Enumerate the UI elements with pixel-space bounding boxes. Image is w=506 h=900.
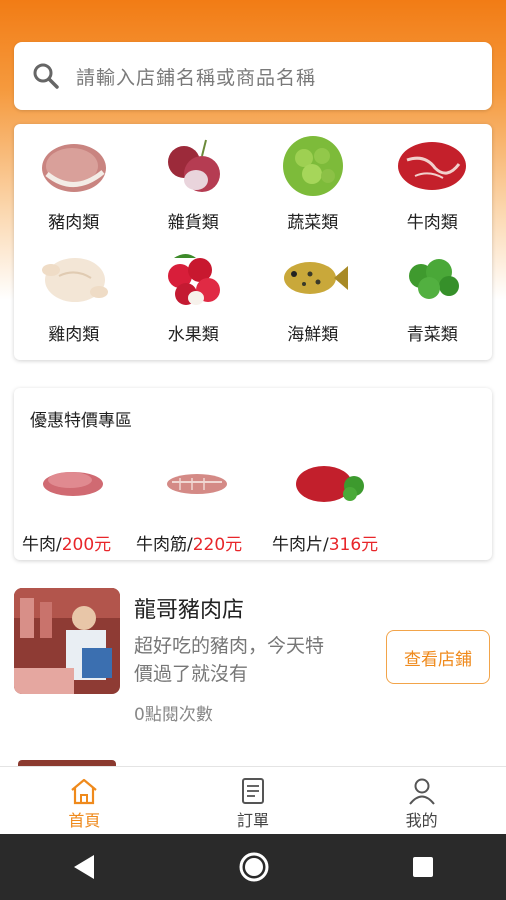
promo-item-price: 200元 [61,535,112,555]
search-input[interactable]: 請輸入店鋪名稱或商品名稱 [76,63,316,90]
user-icon [408,778,435,805]
promo-item-image[interactable] [160,448,234,512]
promo-item-image[interactable] [294,448,368,512]
recents-icon[interactable] [410,854,436,880]
category-fruit[interactable]: 水果類 [134,246,254,358]
category-label: 豬肉類 [48,213,100,233]
lychee-icon [168,254,221,305]
shop-list-item[interactable]: 龍哥豬肉店 超好吃的豬肉，今天特價過了就沒有 0點閱次數 查看店鋪 [14,588,492,728]
promo-item-price: 220元 [192,535,243,555]
promo-panel: 優惠特價專區 牛肉/200元 牛肉筋/220元 牛肉片/316元 [14,388,492,560]
document-icon [242,778,264,804]
shop-description: 超好吃的豬肉，今天特價過了就沒有 [134,635,325,685]
promo-item-image[interactable] [36,448,110,512]
beef-icon [398,142,467,190]
promo-item-label[interactable]: 牛肉筋/220元 [136,530,242,555]
category-pork[interactable]: 豬肉類 [14,134,134,246]
promo-item-price: 316元 [328,535,379,555]
category-label: 青菜類 [406,325,458,345]
onion-icon [168,139,221,192]
category-vegetables[interactable]: 蔬菜類 [253,134,373,246]
nav-home[interactable]: 首頁 [0,767,169,835]
category-label: 海鮮類 [287,325,339,345]
promo-item-label[interactable]: 牛肉/200元 [22,530,111,555]
system-nav-bar [0,834,506,900]
nav-mine[interactable]: 我的 [337,767,506,835]
search-icon [33,63,59,89]
category-label: 水果類 [167,325,219,345]
home-icon [71,778,98,805]
category-panel: 豬肉類 雜貨類 蔬菜類 牛肉類 雞肉類 水果類 海鮮類 青菜類 [14,124,492,360]
category-chicken[interactable]: 雞肉類 [14,246,134,358]
nav-home-label: 首頁 [68,811,101,830]
view-shop-button[interactable]: 查看店鋪 [386,630,490,684]
promo-title: 優惠特價專區 [30,411,132,431]
promo-item-label[interactable]: 牛肉片/316元 [272,530,378,555]
category-grocery[interactable]: 雜貨類 [134,134,254,246]
butcher-photo [14,588,120,694]
category-label: 雜貨類 [167,213,219,233]
category-seafood[interactable]: 海鮮類 [253,246,373,358]
search-bar[interactable]: 請輸入店鋪名稱或商品名稱 [14,42,492,110]
beef-slice-icon [43,472,103,496]
home-circle-icon[interactable] [237,850,271,884]
nav-orders-label: 訂單 [237,811,270,830]
nav-orders[interactable]: 訂單 [169,767,338,835]
promo-item-name: 牛肉片/ [272,535,329,555]
category-beef[interactable]: 牛肉類 [373,134,493,246]
nav-mine-label: 我的 [405,811,438,830]
beef-tendon-icon [167,474,227,494]
promo-item-name: 牛肉/ [22,535,62,555]
fish-icon [283,262,348,294]
category-label: 蔬菜類 [287,213,339,233]
pork-icon [41,144,106,192]
category-label: 牛肉類 [406,213,458,233]
shop-views: 0點閱次數 [134,705,213,725]
bottom-nav: 首頁 訂單 我的 [0,766,506,835]
beef-chunk-icon [296,466,364,502]
chicken-icon [41,258,108,302]
shop-name: 龍哥豬肉店 [134,598,245,623]
greens-icon [409,259,460,299]
shop-thumbnail[interactable] [14,588,120,694]
category-greens[interactable]: 青菜類 [373,246,493,358]
back-icon[interactable] [70,852,98,882]
category-label: 雞肉類 [48,325,100,345]
lettuce-icon [282,136,343,196]
promo-item-name: 牛肉筋/ [136,535,193,555]
